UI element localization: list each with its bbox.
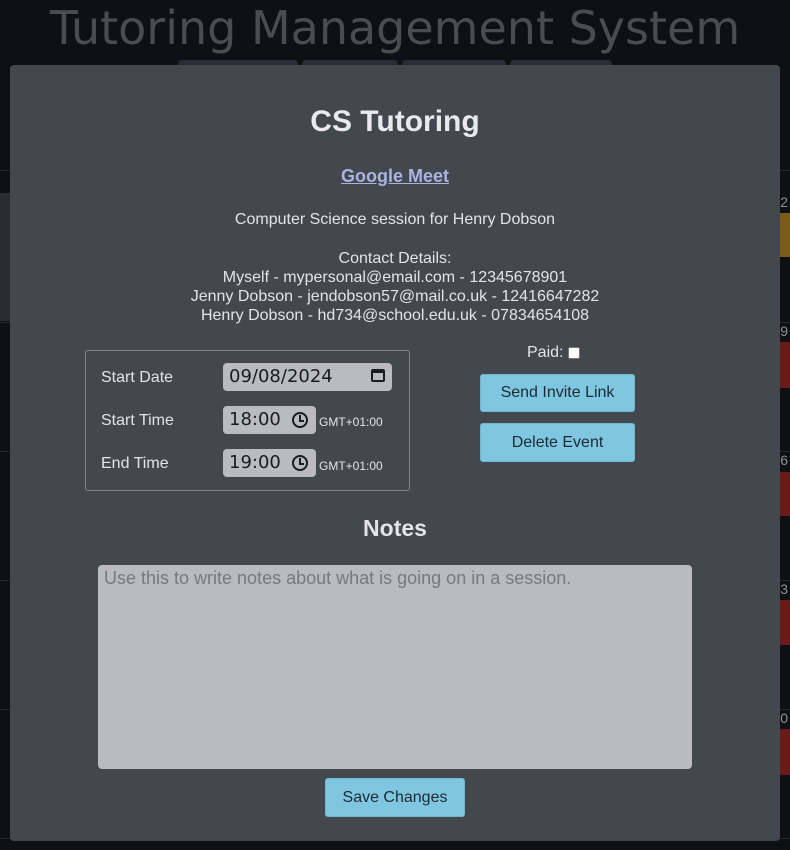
paid-checkbox[interactable] bbox=[568, 347, 580, 359]
clock-icon[interactable] bbox=[292, 455, 308, 471]
background-event bbox=[780, 472, 790, 516]
contact-details: Contact Details: Myself - mypersonal@ema… bbox=[10, 249, 780, 325]
start-date-label: Start Date bbox=[101, 369, 174, 386]
notes-heading: Notes bbox=[363, 515, 427, 541]
event-description: Computer Science session for Henry Dobso… bbox=[234, 211, 556, 228]
delete-event-button[interactable]: Delete Event bbox=[480, 423, 635, 462]
end-time-input[interactable]: 19:00 bbox=[223, 449, 316, 477]
save-changes-button[interactable]: Save Changes bbox=[325, 778, 465, 817]
start-time-label: Start Time bbox=[101, 412, 174, 429]
background-event bbox=[780, 342, 790, 388]
send-invite-button[interactable]: Send Invite Link bbox=[480, 374, 635, 412]
clock-icon[interactable] bbox=[292, 412, 308, 428]
contact-line: Henry Dobson - hd734@school.edu.uk - 078… bbox=[200, 307, 590, 324]
background-event bbox=[780, 600, 790, 645]
notes-textarea[interactable]: Use this to write notes about what is go… bbox=[98, 565, 692, 769]
background-event bbox=[780, 213, 790, 257]
end-timezone: GMT+01:00 bbox=[319, 459, 383, 473]
end-time-value: 19:00 bbox=[229, 452, 281, 473]
modal-title: CS Tutoring bbox=[310, 105, 480, 138]
event-modal: CS Tutoring Google Meet Computer Science… bbox=[10, 65, 780, 841]
background-day-number: 3 bbox=[780, 581, 788, 597]
contact-line: Jenny Dobson - jendobson57@mail.co.uk - … bbox=[190, 288, 600, 305]
schedule-fieldset: Start Date 09/08/2024 Start Time 18:00 G… bbox=[85, 350, 410, 491]
start-date-value: 09/08/2024 bbox=[229, 366, 333, 387]
background-day-number: 9 bbox=[780, 323, 788, 339]
calendar-icon[interactable] bbox=[371, 369, 385, 382]
contact-heading: Contact Details: bbox=[338, 250, 452, 267]
background-row bbox=[0, 193, 10, 321]
start-time-value: 18:00 bbox=[229, 409, 281, 430]
google-meet-link[interactable]: Google Meet bbox=[10, 166, 780, 187]
background-day-number: 6 bbox=[780, 452, 788, 468]
background-event bbox=[780, 729, 790, 775]
paid-label: Paid: bbox=[527, 344, 564, 361]
start-time-input[interactable]: 18:00 bbox=[223, 406, 316, 434]
background-day-number: 2 bbox=[780, 194, 788, 210]
end-time-label: End Time bbox=[101, 455, 169, 472]
app-title: Tutoring Management System bbox=[49, 1, 741, 55]
contact-line: Myself - mypersonal@email.com - 12345678… bbox=[222, 269, 568, 286]
background-day-number: 0 bbox=[780, 710, 788, 726]
start-timezone: GMT+01:00 bbox=[319, 415, 383, 429]
start-date-input[interactable]: 09/08/2024 bbox=[223, 363, 392, 391]
